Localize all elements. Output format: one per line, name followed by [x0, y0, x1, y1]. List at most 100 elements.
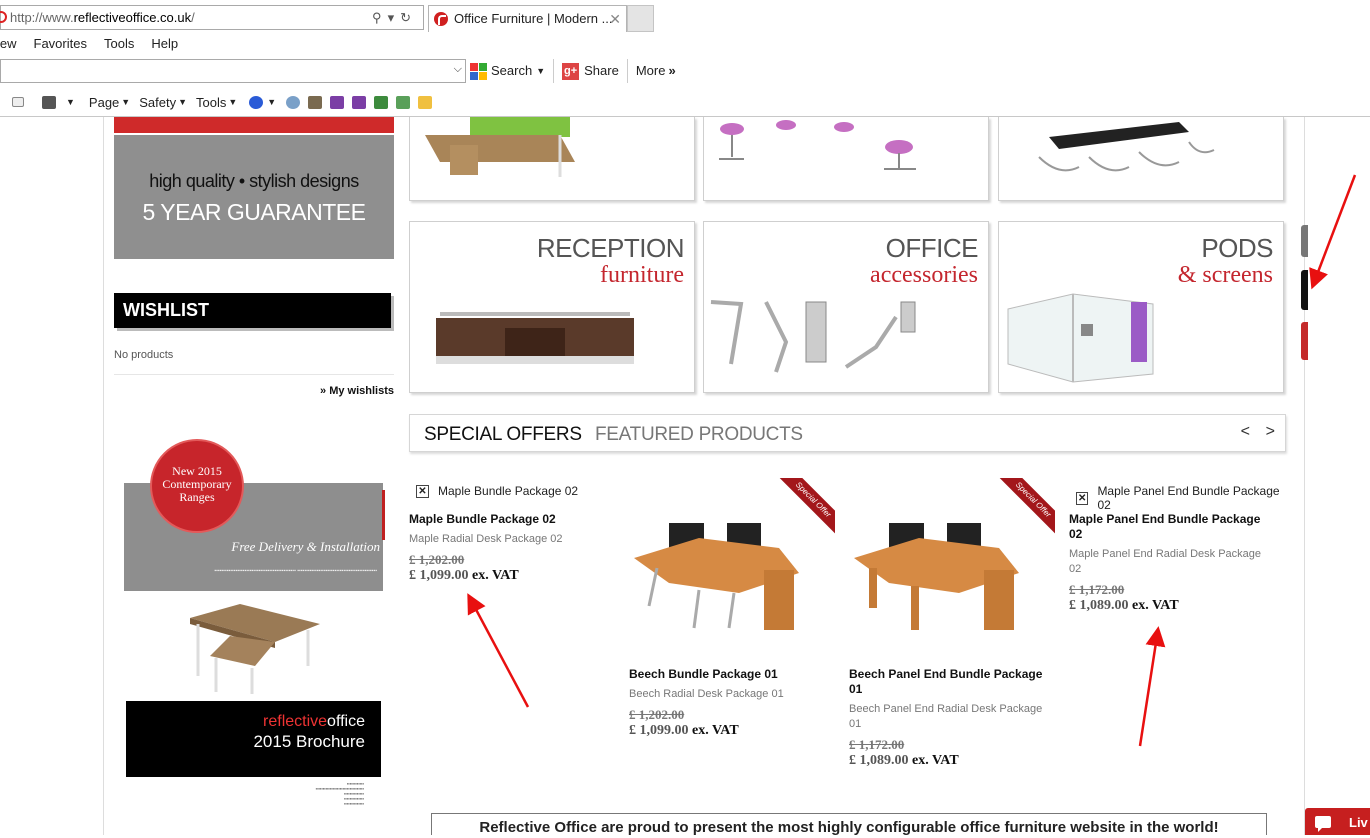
category-subtitle: accessories: [870, 262, 978, 288]
pod-image: [1007, 293, 1154, 383]
broken-image-icon: ✕: [1076, 491, 1089, 505]
product-image-beech-bundle[interactable]: Special Offer: [629, 478, 835, 663]
menu-favorites[interactable]: Favorites: [34, 36, 87, 54]
broken-product-image[interactable]: ✕ Maple Panel End Bundle Package 02: [1076, 484, 1286, 512]
close-tab-icon[interactable]: ✕: [609, 6, 621, 32]
side-tab-black[interactable]: [1301, 270, 1308, 310]
category-tile-meeting[interactable]: [998, 117, 1284, 201]
toolbar-search-input[interactable]: ⌵: [0, 59, 466, 83]
product-card: Beech Panel End Bundle Package 01 Beech …: [849, 667, 1049, 769]
menu-view[interactable]: iew: [0, 36, 17, 54]
chevron-down-icon[interactable]: ⌵: [454, 63, 462, 76]
evernote-icon[interactable]: [374, 95, 389, 109]
special-offer-ribbon: Special Offer: [995, 478, 1055, 538]
tab-featured-products[interactable]: FEATURED PRODUCTS: [595, 424, 803, 446]
category-subtitle: furniture: [600, 262, 684, 288]
wishlist-heading: WISHLIST: [114, 293, 391, 328]
menu-help[interactable]: Help: [151, 36, 178, 54]
carousel-next-button[interactable]: >: [1266, 423, 1275, 441]
category-subtitle: & screens: [1177, 262, 1273, 288]
onenote-linked-icon[interactable]: [352, 95, 367, 109]
menu-tools[interactable]: Tools: [104, 36, 134, 54]
desk-image: [425, 117, 575, 177]
browser-tab[interactable]: Office Furniture | Modern ... ✕: [428, 5, 627, 32]
tab-special-offers[interactable]: SPECIAL OFFERS: [424, 424, 582, 446]
guarantee-banner[interactable]: high quality • stylish designs 5 YEAR GU…: [114, 135, 394, 259]
mail-icon[interactable]: [12, 97, 24, 107]
accessories-image: [710, 300, 916, 373]
brochure-banner[interactable]: reflectiveoffice 2015 Brochure: [126, 701, 381, 777]
menu-bar: iew Favorites Tools Help: [0, 36, 178, 54]
special-offer-ribbon: Special Offer: [775, 478, 835, 538]
product-old-price: £ 1,202.00: [409, 552, 465, 567]
offers-tab-bar: SPECIAL OFFERS FEATURED PRODUCTS < >: [409, 414, 1286, 452]
tab-title: Office Furniture | Modern ...: [454, 11, 613, 26]
broken-product-image[interactable]: ✕ Maple Bundle Package 02: [416, 484, 616, 498]
product-image-alt: Maple Panel End Bundle Package 02: [1097, 484, 1280, 512]
product-new-price: £ 1,089.00 ex. VAT: [1069, 598, 1179, 613]
search-button[interactable]: Search: [491, 59, 532, 83]
product-new-price: £ 1,099.00 ex. VAT: [629, 723, 739, 738]
sidebar-red-banner: [114, 117, 394, 133]
print-icon[interactable]: [42, 95, 56, 109]
share-button[interactable]: Share: [584, 59, 619, 83]
chairs-image: [719, 120, 916, 170]
tools-menu[interactable]: Tools: [196, 95, 226, 110]
url-text: http://www.reflectiveoffice.co.uk/: [10, 10, 195, 25]
address-bar[interactable]: http://www.reflectiveoffice.co.uk/ ⚲▾↻: [0, 5, 424, 30]
promo-fine-print: ▪▪▪▪▪▪▪▪▪▪▪▪▪▪▪▪▪▪▪▪▪▪▪▪▪▪▪▪▪▪▪▪▪▪▪▪▪▪▪▪…: [214, 568, 377, 574]
product-name[interactable]: Beech Panel End Bundle Package 01: [849, 667, 1049, 697]
category-title: PODS: [1201, 233, 1273, 263]
extension-icon[interactable]: [308, 95, 323, 109]
guarantee-tagline: high quality • stylish designs: [149, 171, 359, 191]
product-old-price: £ 1,202.00: [629, 707, 685, 722]
promo-accent: [382, 490, 385, 540]
category-tile-chairs[interactable]: [703, 117, 989, 201]
product-name[interactable]: Maple Bundle Package 02: [409, 512, 609, 527]
product-new-price: £ 1,089.00 ex. VAT: [849, 753, 959, 768]
category-tile-reception[interactable]: RECEPTION furniture: [409, 221, 695, 393]
annotation-arrow: [1309, 174, 1357, 290]
more-button[interactable]: More: [636, 59, 666, 83]
browser-chrome: http://www.reflectiveoffice.co.uk/ ⚲▾↻ O…: [0, 0, 1370, 117]
carousel-prev-button[interactable]: <: [1241, 423, 1250, 441]
product-name[interactable]: Beech Bundle Package 01: [629, 667, 829, 682]
category-tile-pods[interactable]: PODS & screens: [998, 221, 1284, 393]
command-bar: ▼ Page ▼ Safety ▼ Tools ▼ ▼: [8, 92, 436, 112]
product-new-price: £ 1,099.00 ex. VAT: [409, 568, 519, 583]
side-tab-red[interactable]: [1301, 322, 1308, 360]
product-image-beech-panel-end[interactable]: Special Offer: [849, 478, 1055, 663]
product-desc: Beech Radial Desk Package 01: [629, 688, 784, 700]
folder-icon[interactable]: [418, 95, 433, 109]
address-controls[interactable]: ⚲▾↻: [372, 6, 417, 29]
side-tab-grey[interactable]: [1301, 225, 1308, 257]
onenote-icon[interactable]: [330, 95, 345, 109]
brochure-title: 2015 Brochure: [253, 732, 365, 751]
product-old-price: £ 1,172.00: [1069, 582, 1125, 597]
category-tile-accessories[interactable]: OFFICE accessories: [703, 221, 989, 393]
brochure-contact-details: ▪▪▪▪▪▪▪▪▪▪▪▪ ▪▪▪▪▪▪▪▪▪▪▪▪▪▪▪▪▪▪▪▪▪▪▪▪▪▪▪▪…: [315, 781, 364, 806]
meeting-table-image: [1038, 122, 1215, 172]
share-icon: g+: [562, 62, 580, 80]
help-icon[interactable]: [249, 95, 264, 109]
product-desc: Maple Radial Desk Package 02: [409, 533, 563, 545]
product-card: Maple Bundle Package 02 Maple Radial Des…: [409, 512, 609, 584]
page-menu[interactable]: Page: [89, 95, 119, 110]
new-tab-button[interactable]: [627, 5, 654, 32]
product-image-alt: Maple Bundle Package 02: [438, 484, 579, 498]
product-old-price: £ 1,172.00: [849, 737, 905, 752]
site-icon: [0, 11, 7, 23]
product-card: Maple Panel End Bundle Package 02 Maple …: [1069, 512, 1269, 614]
safety-menu[interactable]: Safety: [139, 95, 176, 110]
product-name[interactable]: Maple Panel End Bundle Package 02: [1069, 512, 1269, 542]
addon-icon[interactable]: [396, 95, 411, 109]
favicon-icon: [434, 12, 448, 26]
promo-delivery-text: Free Delivery & Installation: [231, 539, 380, 554]
reception-desk-image: [436, 312, 634, 364]
gear-icon[interactable]: [286, 95, 301, 109]
google-icon: [470, 62, 487, 80]
my-wishlists-link[interactable]: » My wishlists: [300, 385, 394, 397]
category-tile-desks[interactable]: [409, 117, 695, 201]
category-title: OFFICE: [885, 233, 979, 263]
live-chat-button[interactable]: Liv: [1305, 808, 1370, 835]
